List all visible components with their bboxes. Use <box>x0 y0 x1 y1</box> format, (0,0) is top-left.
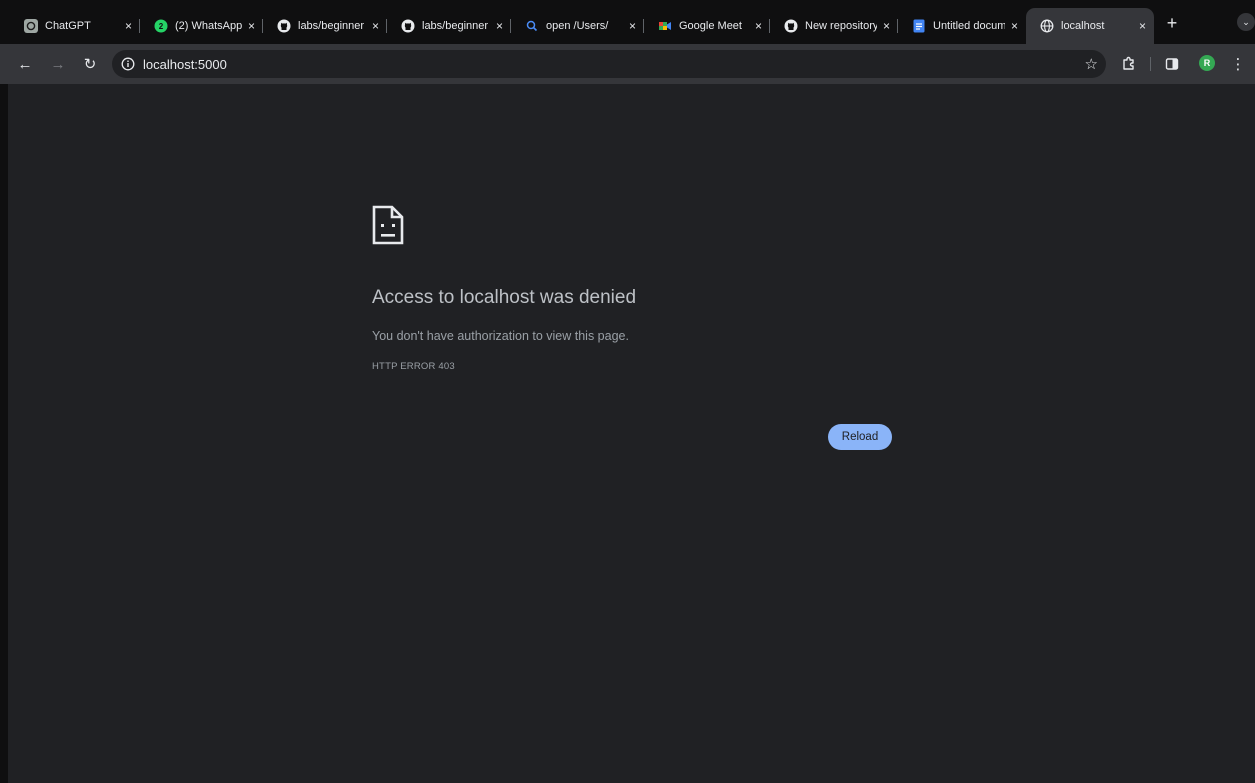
close-icon[interactable]: × <box>125 19 132 33</box>
tab-untitled-document[interactable]: Untitled document × <box>898 8 1026 44</box>
tab-title: localhost <box>1061 20 1105 32</box>
tab-title: New repository <box>805 20 877 32</box>
tab-search-button[interactable]: ⌄ <box>1237 13 1255 31</box>
tab-strip: ChatGPT × 2 (2) WhatsApp × labs/beginner… <box>0 0 1255 45</box>
error-description: You don't have authorization to view thi… <box>372 329 629 343</box>
tab-title: (2) WhatsApp <box>175 20 242 32</box>
github-icon <box>784 19 798 33</box>
tab-google-meet[interactable]: Google Meet × <box>644 8 770 44</box>
close-icon[interactable]: × <box>629 19 636 33</box>
browser-window: ChatGPT × 2 (2) WhatsApp × labs/beginner… <box>0 0 1255 783</box>
close-icon[interactable]: × <box>1139 19 1146 33</box>
error-code: HTTP ERROR 403 <box>372 361 455 372</box>
address-bar[interactable]: ☆ <box>112 50 1106 78</box>
github-icon <box>277 19 291 33</box>
tab-title: labs/beginner <box>298 20 365 32</box>
close-icon[interactable]: × <box>883 19 890 33</box>
site-info-icon[interactable] <box>121 57 135 71</box>
whatsapp-badge: 2 <box>159 22 164 31</box>
reload-button[interactable]: Reload <box>828 424 892 450</box>
error-page: Access to localhost was denied You don't… <box>8 84 1255 783</box>
github-icon <box>401 19 415 33</box>
reload-page-button[interactable]: ↻ <box>79 53 101 75</box>
tab-localhost[interactable]: localhost × <box>1026 8 1154 44</box>
google-docs-icon <box>912 19 926 33</box>
chatgpt-icon <box>24 19 38 33</box>
extensions-puzzle-icon[interactable] <box>1118 53 1140 75</box>
tab-new-repository[interactable]: New repository × <box>770 8 898 44</box>
profile-avatar[interactable]: R <box>1199 55 1215 71</box>
close-icon[interactable]: × <box>496 19 503 33</box>
tab-chatgpt[interactable]: ChatGPT × <box>10 8 140 44</box>
sad-document-icon <box>372 205 404 245</box>
close-icon[interactable]: × <box>248 19 255 33</box>
tab-title: Untitled document <box>933 20 1005 32</box>
url-input[interactable] <box>143 56 993 72</box>
search-icon <box>525 19 539 33</box>
window-left-edge <box>0 84 8 783</box>
google-meet-icon <box>658 19 672 33</box>
tab-whatsapp[interactable]: 2 (2) WhatsApp × <box>140 8 263 44</box>
chrome-menu-icon[interactable]: ⋮ <box>1227 53 1249 75</box>
close-icon[interactable]: × <box>372 19 379 33</box>
tab-github-labs-1[interactable]: labs/beginner × <box>263 8 387 44</box>
tab-title: open /Users/ <box>546 20 609 32</box>
close-icon[interactable]: × <box>755 19 762 33</box>
tab-title: Google Meet <box>679 20 742 32</box>
close-icon[interactable]: × <box>1011 19 1018 33</box>
new-tab-button[interactable]: + <box>1160 11 1184 35</box>
tab-title: labs/beginner <box>422 20 489 32</box>
bookmark-star-icon[interactable]: ☆ <box>1085 55 1098 73</box>
toolbar: ← → ↻ ☆ ⋮ <box>0 44 1255 84</box>
back-button[interactable]: ← <box>14 53 36 75</box>
globe-icon <box>1040 19 1054 33</box>
forward-button[interactable]: → <box>47 53 69 75</box>
side-panel-icon[interactable] <box>1161 53 1183 75</box>
error-heading: Access to localhost was denied <box>372 287 637 308</box>
toolbar-divider <box>1150 57 1151 71</box>
tab-title: ChatGPT <box>45 20 91 32</box>
tab-github-labs-2[interactable]: labs/beginner × <box>387 8 511 44</box>
tab-search-open-users[interactable]: open /Users/ × <box>511 8 644 44</box>
whatsapp-icon: 2 <box>154 19 168 33</box>
